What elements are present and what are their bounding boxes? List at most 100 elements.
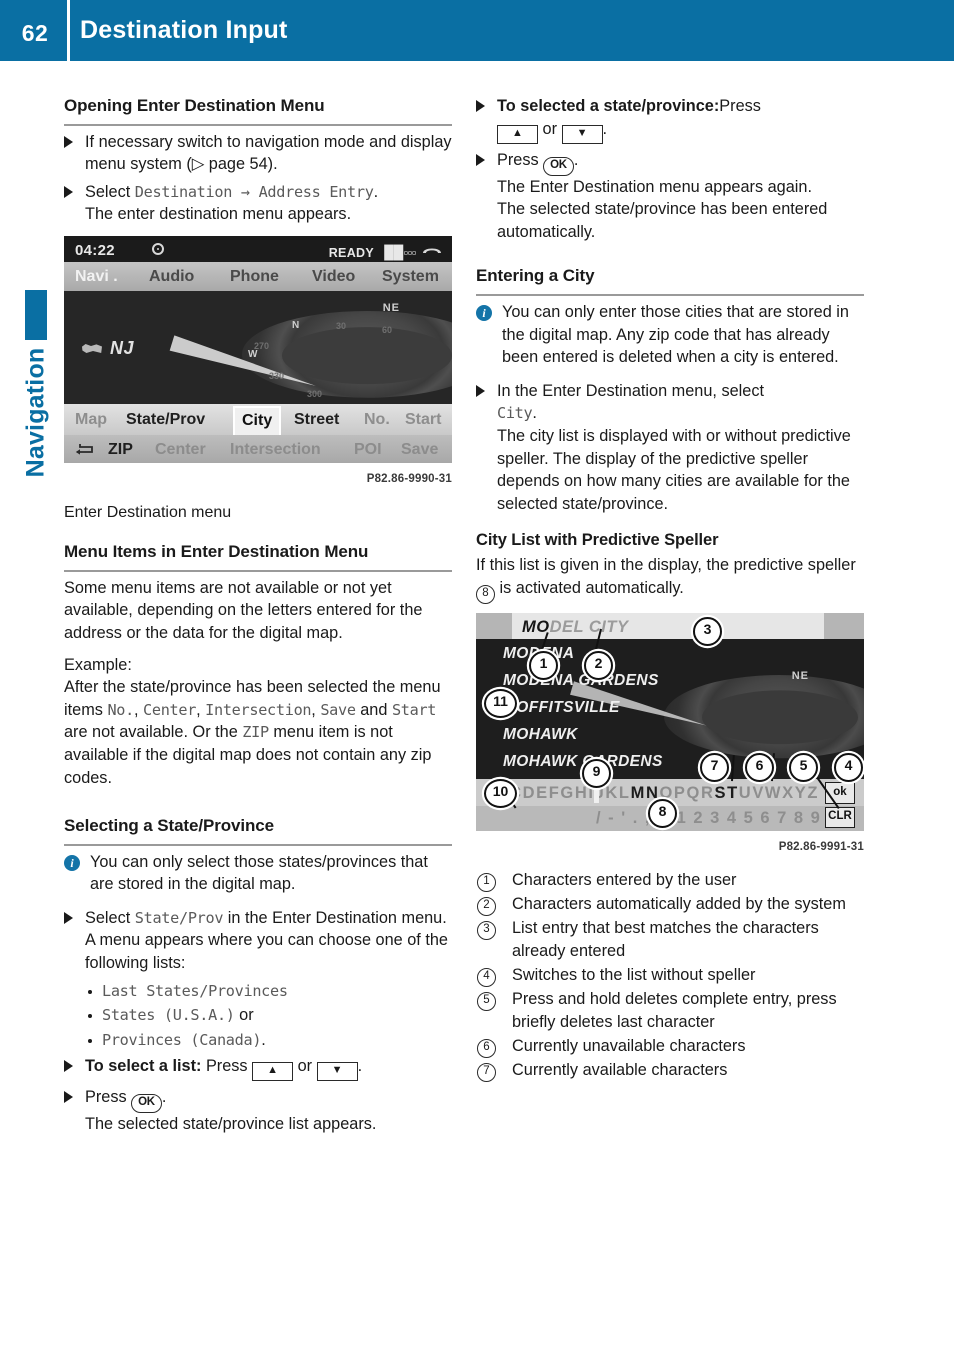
step-triangle-icon (476, 153, 485, 166)
step-select-city: In the Enter Destination menu, select Ci… (476, 380, 864, 516)
step-press-ok-right: Press OK. The Enter Destination menu app… (476, 149, 864, 244)
callout-5: 5 (789, 752, 818, 782)
step-bold-lead: To select a list: (85, 1057, 202, 1076)
screen-status-bar: 04:22 READY ▉▉▫▫▫ (64, 235, 452, 262)
step-text: If necessary switch to navigation mode a… (85, 132, 452, 174)
screen-menu-row-1: Map State/Prov City Street No. Start (64, 403, 452, 438)
heading-opening-enter-destination-menu: Opening Enter Destination Menu (64, 95, 452, 126)
entry-auto-characters: DEL CITY (549, 617, 629, 636)
menu-item-center: Center (143, 700, 197, 719)
list-item-last-states: Last States/Provinces (64, 980, 452, 1003)
keyboard-letters[interactable]: ABCDEFGHIJKLMNOPQRSTUVWXYZ (482, 782, 819, 805)
map-compass-area: NE N W 30 60 330 300 270 NJ (64, 290, 452, 404)
list-item[interactable]: MODENA GARDENS (503, 670, 659, 693)
compass-label-ne: NE (791, 669, 809, 682)
callout-4: 4 (834, 752, 863, 782)
screen-button-city[interactable]: City (233, 405, 282, 438)
key-ok-button[interactable]: OK (543, 156, 574, 176)
screen-button-state-prov[interactable]: State/Prov (126, 409, 205, 432)
phone-icon (423, 248, 441, 253)
step-end: . (602, 119, 608, 138)
callout-1: 1 (529, 650, 558, 680)
step-or: or (538, 119, 562, 138)
step-result-line-2: The selected state/province has been ent… (497, 200, 828, 241)
tab-system[interactable]: System (382, 266, 439, 289)
step-triangle-icon (64, 1060, 73, 1073)
page-header: 62 Destination Input (0, 0, 954, 61)
screen-button-start[interactable]: Start (405, 409, 441, 432)
key-up-arrow[interactable]: ▲ (497, 124, 538, 144)
key-ok-button[interactable]: OK (131, 1094, 162, 1114)
figure-code: P82.86-9991-31 (778, 840, 864, 853)
step-or: or (293, 1057, 317, 1076)
speller-screen: MODEL CITY NE MODENA MODENA GARDENS MOFF… (476, 612, 864, 831)
info-callout-cities: i You can only enter those cities that a… (476, 301, 864, 369)
info-icon: i (64, 854, 80, 871)
key-up-arrow[interactable]: ▲ (252, 1062, 294, 1082)
header-divider (67, 0, 70, 61)
list-option-label: States (U.S.A.) (102, 1006, 235, 1025)
bullet-dot-icon (88, 1038, 92, 1043)
left-column: Opening Enter Destination Menu If necess… (64, 95, 452, 1141)
disc-icon (152, 242, 164, 255)
list-item[interactable]: MOHAWK (503, 724, 578, 747)
screen-button-map[interactable]: Map (75, 409, 107, 432)
step-triangle-icon (64, 135, 73, 148)
legend-item: 1 Characters entered by the user (476, 869, 864, 893)
compass-tick-270: 270 (254, 340, 270, 351)
screen-button-zip[interactable]: ZIP (108, 439, 133, 462)
list-option-tail: . (261, 1030, 266, 1049)
speller-top-bar: MODEL CITY (476, 612, 864, 639)
screen-button-poi[interactable]: POI (354, 439, 382, 462)
step-triangle-icon (476, 100, 485, 112)
tab-audio[interactable]: Audio (149, 266, 194, 289)
screen-button-save[interactable]: Save (401, 439, 438, 462)
key-clr-button[interactable]: CLR (825, 806, 855, 828)
info-icon: i (476, 304, 492, 321)
screen-button-no[interactable]: No. (364, 409, 390, 432)
screen-button-intersection[interactable]: Intersection (230, 439, 321, 462)
screen-button-street[interactable]: Street (294, 409, 339, 432)
step-text-suffix: . (373, 182, 379, 201)
compass-tick-300: 300 (307, 388, 323, 399)
back-arrow-icon[interactable] (75, 443, 94, 455)
legend-item: 6 Currently unavailable characters (476, 1035, 864, 1059)
speller-entry-text: MODEL CITY (522, 616, 628, 639)
compass-label-ne: NE (382, 301, 400, 314)
list-option-tail: or (234, 1006, 254, 1025)
key-down-arrow[interactable]: ▼ (561, 124, 603, 144)
example-text-b: are not available. Or the (64, 723, 243, 742)
legend-text: Characters entered by the user (512, 871, 737, 890)
compass-tick-330: 330 (269, 370, 285, 381)
tab-video[interactable]: Video (312, 266, 355, 289)
step-text-suffix: in the Enter Destination menu. (223, 908, 447, 927)
tab-navi[interactable]: Navi . (75, 266, 118, 289)
bullet-dot-icon (88, 989, 92, 994)
step-result-text: The city list is displayed with or witho… (497, 426, 851, 513)
page-number: 62 (21, 20, 49, 46)
callout-7: 7 (700, 752, 729, 782)
screen-button-center[interactable]: Center (155, 439, 206, 462)
tab-phone[interactable]: Phone (230, 266, 279, 289)
legend-number: 5 (477, 992, 496, 1012)
legend-item: 2 Characters automatically added by the … (476, 893, 864, 917)
compass-tick-30: 30 (336, 320, 347, 331)
step-text-suffix: . (532, 404, 537, 423)
speller-text-b: is activated automatically. (495, 578, 684, 597)
step-text: Press (85, 1088, 132, 1107)
conjunction: and (355, 700, 392, 719)
step-end: . (161, 1088, 167, 1107)
separator: , (196, 700, 206, 719)
example-label: Example: (64, 655, 132, 674)
legend-item: 4 Switches to the list without speller (476, 964, 864, 988)
step-text: Press (719, 97, 761, 115)
step-triangle-icon (64, 1091, 73, 1104)
head-unit-screen: 04:22 READY ▉▉▫▫▫ Navi . Audio Phone Vid… (64, 235, 452, 463)
keyboard-symbols-digits[interactable]: / - ' . , & 1 2 3 4 5 6 7 8 9 0 (596, 807, 838, 830)
legend-text: List entry that best matches the charact… (512, 919, 819, 961)
speller-entry-field[interactable]: MODEL CITY (512, 612, 824, 639)
paragraph-menu-items-availability: Some menu items are not available or not… (64, 578, 423, 642)
key-down-arrow[interactable]: ▼ (316, 1062, 358, 1082)
list-item[interactable]: MOFFITSVILLE (503, 697, 620, 720)
legend-number: 2 (477, 897, 496, 917)
